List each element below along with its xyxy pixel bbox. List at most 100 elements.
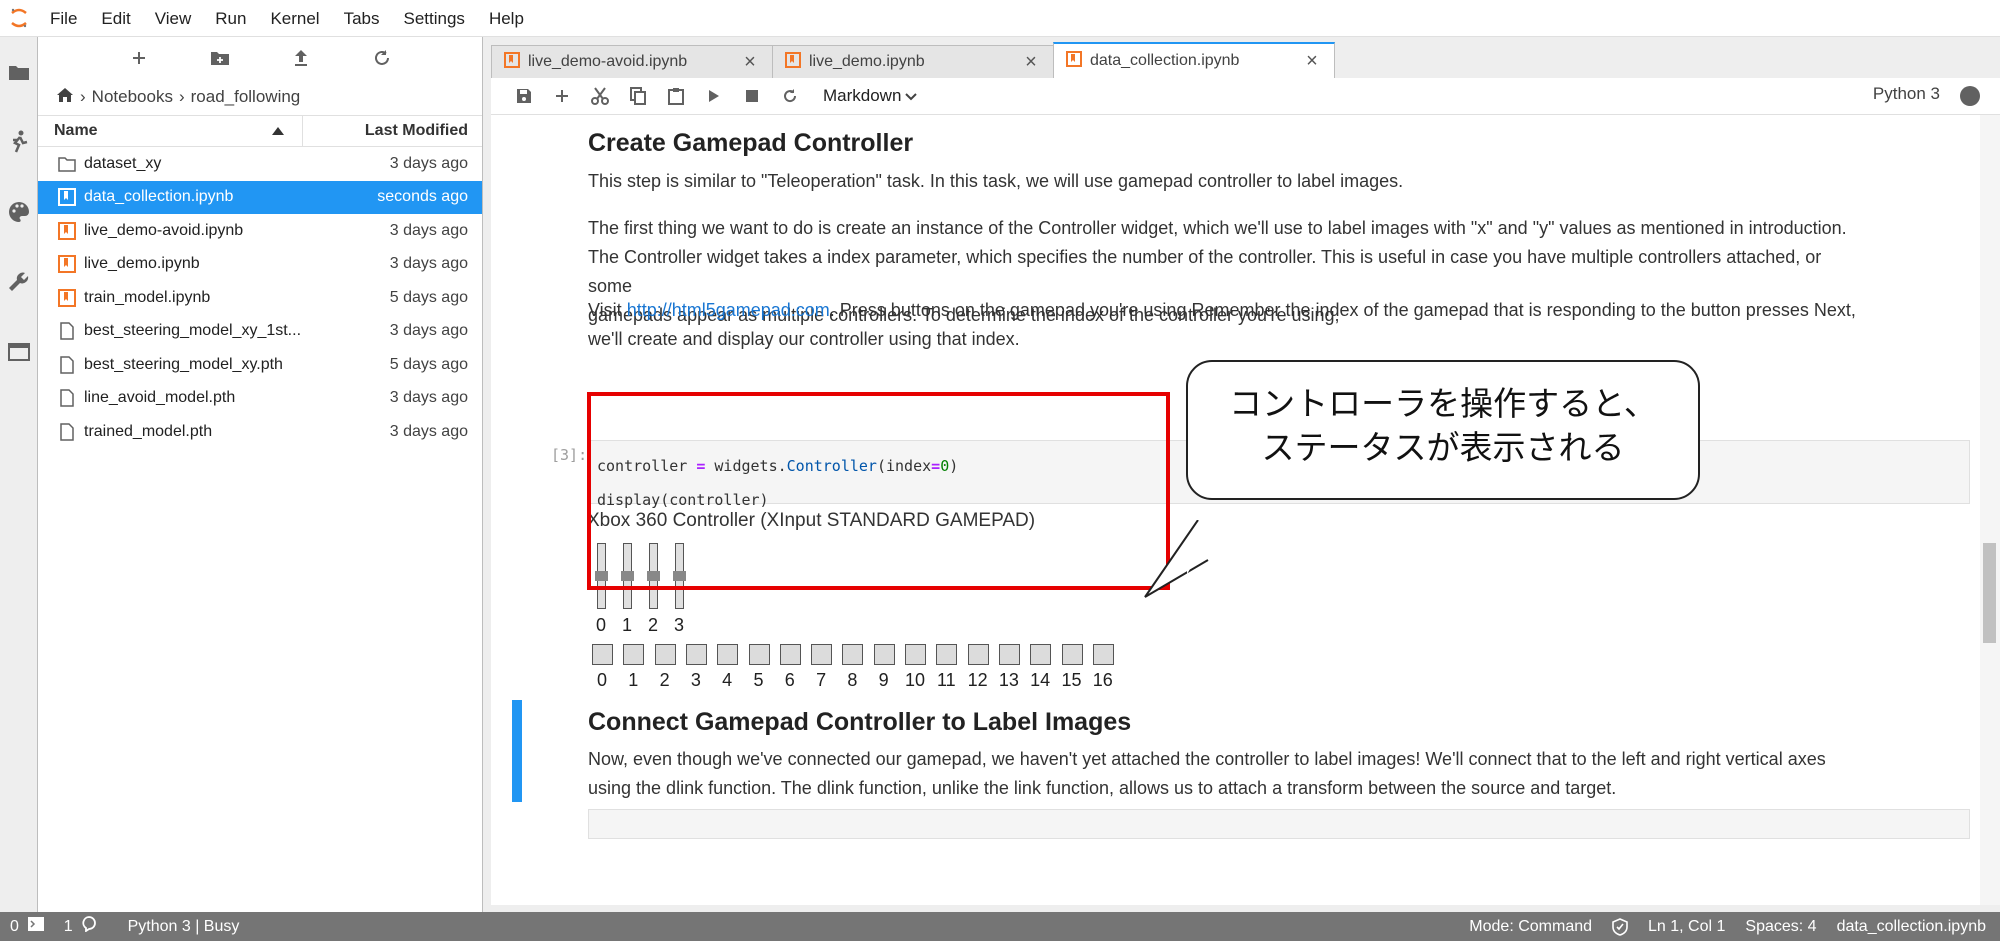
running-icon[interactable] [0, 107, 38, 177]
file-modified: 5 days ago [389, 288, 468, 306]
file-modified: 3 days ago [389, 389, 468, 407]
markdown-cell[interactable]: Connect Gamepad Controller to Label Imag… [588, 708, 1868, 737]
close-icon[interactable]: × [1021, 51, 1041, 74]
file-list-header: Name Last Modified [38, 115, 482, 147]
breadcrumb-separator: › [80, 87, 86, 106]
gamepad-button-indicator [748, 644, 770, 665]
button-label: 16 [1092, 670, 1113, 690]
kernel-name[interactable]: Python 3 [1873, 84, 1940, 104]
file-modified: 3 days ago [389, 322, 468, 340]
file-modified: 3 days ago [389, 422, 468, 440]
run-icon[interactable] [695, 81, 733, 111]
kernels-count[interactable]: 1 [54, 916, 106, 937]
file-icon [60, 356, 74, 374]
notebook-icon [504, 51, 520, 73]
folder-icon[interactable] [0, 37, 38, 107]
file-row[interactable]: live_demo-avoid.ipynb 3 days ago [38, 214, 482, 248]
tab-label: data_collection.ipynb [1090, 52, 1240, 69]
file-browser-toolbar [38, 37, 482, 79]
menu-edit[interactable]: Edit [89, 0, 142, 37]
scrollbar-thumb[interactable] [1983, 543, 1996, 643]
gamepad-button-indicator [1092, 644, 1114, 665]
copy-icon[interactable] [619, 81, 657, 111]
tabs-icon[interactable] [0, 317, 38, 387]
wrench-icon[interactable] [0, 247, 38, 317]
close-icon[interactable]: × [740, 51, 760, 74]
terminal-icon [27, 917, 44, 936]
scrollbar[interactable] [1980, 115, 2000, 905]
axis-label: 1 [621, 615, 632, 635]
menu-file[interactable]: File [38, 0, 89, 37]
file-name: train_model.ipynb [84, 288, 211, 306]
upload-button[interactable] [286, 43, 316, 73]
indent-spaces[interactable]: Spaces: 4 [1735, 918, 1826, 936]
column-modified-header[interactable]: Last Modified [303, 122, 482, 140]
html5gamepad-link[interactable]: http://html5gamepad.com [627, 300, 830, 320]
menu-view[interactable]: View [143, 0, 204, 37]
kernel-status-text[interactable]: Python 3 | Busy [106, 918, 250, 936]
file-row[interactable]: best_steering_model_xy.pth 5 days ago [38, 348, 482, 382]
file-row[interactable]: dataset_xy 3 days ago [38, 147, 482, 181]
button-label: 3 [690, 670, 701, 690]
markdown-cell[interactable]: Create Gamepad Controller [588, 129, 1868, 158]
file-name: live_demo-avoid.ipynb [84, 221, 244, 239]
terminals-count[interactable]: 0 [0, 917, 54, 936]
file-row[interactable]: best_steering_model_xy_1st... 3 days ago [38, 315, 482, 349]
tab-live-demo-avoid[interactable]: live_demo-avoid.ipynb × [491, 45, 773, 78]
cursor-position[interactable]: Ln 1, Col 1 [1638, 918, 1735, 936]
cell-type-select[interactable]: Markdown [823, 86, 918, 106]
add-cell-icon[interactable] [543, 81, 581, 111]
home-icon[interactable] [56, 87, 74, 108]
menu-tabs[interactable]: Tabs [332, 0, 392, 37]
code-cell-partial[interactable] [588, 809, 1970, 839]
tab-data-collection[interactable]: data_collection.ipynb × [1053, 42, 1335, 78]
file-row[interactable]: line_avoid_model.pth 3 days ago [38, 382, 482, 416]
button-label: 0 [596, 670, 607, 690]
file-name: best_steering_model_xy_1st... [84, 322, 302, 340]
close-icon[interactable]: × [1302, 50, 1322, 73]
file-row[interactable]: live_demo.ipynb 3 days ago [38, 248, 482, 282]
breadcrumb-road-following[interactable]: road_following [191, 87, 301, 107]
new-launcher-button[interactable] [124, 43, 154, 73]
restart-icon[interactable] [771, 81, 809, 111]
menu-help[interactable]: Help [477, 0, 536, 37]
file-name: live_demo.ipynb [84, 255, 200, 273]
cut-icon[interactable] [581, 81, 619, 111]
file-name: dataset_xy [84, 154, 162, 172]
column-name-header[interactable]: Name [38, 116, 303, 146]
tab-label: live_demo-avoid.ipynb [528, 53, 688, 70]
menu-run[interactable]: Run [203, 0, 258, 37]
button-label: 7 [816, 670, 827, 690]
axis-label: 2 [647, 615, 658, 635]
stop-icon[interactable] [733, 81, 771, 111]
file-row[interactable]: trained_model.pth 3 days ago [38, 415, 482, 449]
gamepad-button-indicator [623, 644, 645, 665]
save-icon[interactable] [505, 81, 543, 111]
tab-live-demo[interactable]: live_demo.ipynb × [772, 45, 1054, 78]
palette-icon[interactable] [0, 177, 38, 247]
button-label: 15 [1061, 670, 1082, 690]
button-label: 10 [904, 670, 926, 690]
button-label: 8 [847, 670, 858, 690]
file-row[interactable]: data_collection.ipynb seconds ago [38, 180, 482, 214]
heading-connect-gamepad: Connect Gamepad Controller to Label Imag… [588, 708, 1132, 736]
column-name-label: Name [54, 122, 98, 139]
refresh-button[interactable] [367, 43, 397, 73]
sort-ascending-icon [272, 122, 284, 140]
gamepad-button-indicator [873, 644, 895, 665]
menu-settings[interactable]: Settings [392, 0, 477, 37]
paragraph-line: using the dlink function. The dlink func… [588, 778, 1617, 798]
axis-label: 3 [673, 615, 684, 635]
new-folder-button[interactable] [205, 43, 235, 73]
paste-icon[interactable] [657, 81, 695, 111]
trusted-icon[interactable] [1602, 917, 1638, 936]
markdown-paragraph: This step is similar to "Teleoperation" … [588, 171, 1404, 191]
file-icon [60, 423, 74, 441]
breadcrumb-notebooks[interactable]: Notebooks [92, 87, 173, 107]
menu-kernel[interactable]: Kernel [258, 0, 331, 37]
button-label: 14 [1030, 670, 1051, 690]
notebook-icon [58, 288, 76, 307]
status-filename: data_collection.ipynb [1836, 917, 1986, 935]
callout-line: ステータスが表示される [1261, 429, 1625, 466]
file-row[interactable]: train_model.ipynb 5 days ago [38, 281, 482, 315]
